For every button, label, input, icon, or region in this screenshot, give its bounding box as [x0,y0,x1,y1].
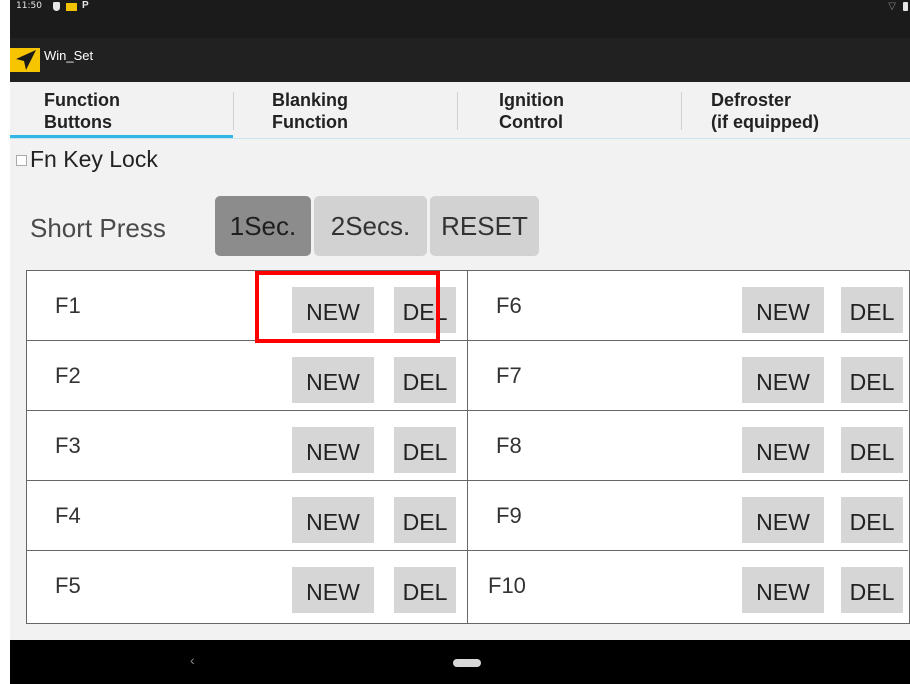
tab-divider [457,92,458,130]
tab-label: Defroster (if equipped) [711,90,819,132]
tab-bar: Function Buttons Blanking Function Ignit… [10,82,910,139]
new-button[interactable]: NEW [742,427,824,473]
function-key-label: F4 [55,503,81,528]
device-screen: 11:50 P ▽ Win_Set Function Buttons Blank… [10,0,910,684]
del-button[interactable]: DEL [841,287,903,333]
function-key-label: F10 [488,573,526,598]
function-key-row: F8 NEW DEL [468,411,908,481]
del-button[interactable]: DEL [394,357,456,403]
function-key-row: F6 NEW DEL [468,271,908,341]
function-key-label: F1 [55,293,81,318]
battery-icon [903,2,908,11]
navigation-arrow-icon [10,48,40,72]
function-key-label: F7 [496,363,522,388]
function-key-row: F1 NEW DEL [27,271,467,341]
shield-icon [53,2,60,11]
del-button[interactable]: DEL [394,287,456,333]
mail-icon [66,3,77,11]
tab-divider [681,92,682,130]
del-button[interactable]: DEL [394,427,456,473]
function-key-label: F6 [496,293,522,318]
parking-icon: P [82,0,89,11]
tab-divider [233,92,234,130]
function-key-label: F9 [496,503,522,528]
back-icon[interactable]: ‹ [190,652,195,668]
tab-label: Ignition Control [499,90,564,132]
function-key-column-left: F1 NEW DEL F2 NEW DEL F3 NEW DEL F4 NEW … [27,271,468,623]
function-key-label: F2 [55,363,81,388]
tab-blanking-function[interactable]: Blanking Function [234,82,457,138]
tab-defroster[interactable]: Defroster (if equipped) [682,82,905,138]
new-button[interactable]: NEW [742,287,824,333]
home-pill-icon[interactable] [453,659,481,667]
new-button[interactable]: NEW [292,567,374,613]
del-button[interactable]: DEL [841,427,903,473]
function-key-row: F3 NEW DEL [27,411,467,481]
new-button[interactable]: NEW [292,427,374,473]
tab-label: Function Buttons [44,90,120,132]
new-button[interactable]: NEW [742,567,824,613]
checkbox-box[interactable] [16,155,27,166]
fn-key-lock-label: Fn Key Lock [30,146,158,172]
app-title: Win_Set [44,48,94,63]
function-key-row: F4 NEW DEL [27,481,467,551]
new-button[interactable]: NEW [742,357,824,403]
new-button[interactable]: NEW [292,497,374,543]
new-button[interactable]: NEW [292,357,374,403]
selected-tab-indicator [10,135,233,138]
function-key-grid: F1 NEW DEL F2 NEW DEL F3 NEW DEL F4 NEW … [26,270,910,624]
tab-function-buttons[interactable]: Function Buttons [10,82,233,138]
navigation-bar: ‹ [10,640,910,684]
del-button[interactable]: DEL [394,497,456,543]
function-key-row: F10 NEW DEL [468,551,908,621]
function-key-row: F5 NEW DEL [27,551,467,621]
del-button[interactable]: DEL [394,567,456,613]
function-key-label: F8 [496,433,522,458]
short-press-reset-button[interactable]: RESET [430,196,539,256]
new-button[interactable]: NEW [742,497,824,543]
status-bar: 11:50 P ▽ [10,0,910,38]
function-key-label: F5 [55,573,81,598]
function-key-label: F3 [55,433,81,458]
function-key-row: F9 NEW DEL [468,481,908,551]
app-bar: Win_Set [10,38,910,82]
del-button[interactable]: DEL [841,497,903,543]
short-press-1sec-button[interactable]: 1Sec. [215,196,311,256]
new-button[interactable]: NEW [292,287,374,333]
function-key-column-right: F6 NEW DEL F7 NEW DEL F8 NEW DEL F9 NEW … [468,271,908,623]
short-press-2secs-button[interactable]: 2Secs. [314,196,427,256]
function-key-row: F7 NEW DEL [468,341,908,411]
tab-ignition-control[interactable]: Ignition Control [458,82,681,138]
wifi-icon: ▽ [888,1,896,12]
function-key-row: F2 NEW DEL [27,341,467,411]
status-time: 11:50 [16,1,42,11]
short-press-label: Short Press [30,213,166,243]
del-button[interactable]: DEL [841,567,903,613]
tab-label: Blanking Function [272,90,349,132]
del-button[interactable]: DEL [841,357,903,403]
